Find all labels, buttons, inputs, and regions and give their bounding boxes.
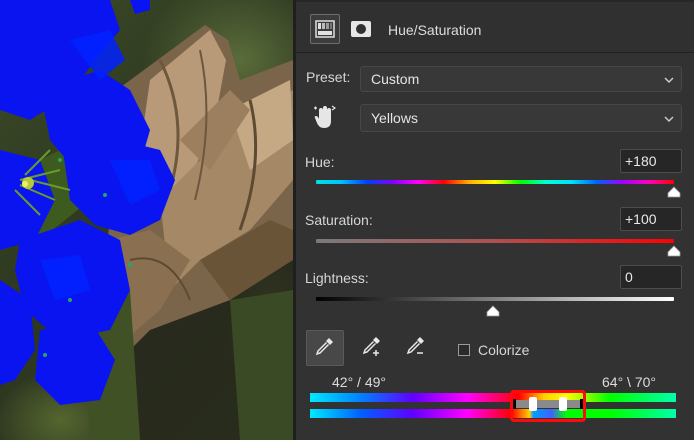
chevron-down-icon [663,112,675,128]
eyedropper-icon [314,335,336,362]
hand-pointer-icon[interactable] [312,104,337,130]
hue-label: Hue: [305,154,335,170]
header-divider [296,52,694,53]
properties-panel: Hue/Saturation Preset: Custom Yellows Hu… [296,0,694,440]
range-left-values: 42° / 49° [332,374,387,390]
range-right-values: 64° \ 70° [602,374,657,390]
panel-title: Hue/Saturation [388,22,482,38]
adjustment-layer-icon[interactable] [310,14,340,44]
saturation-slider-track[interactable] [316,239,674,243]
lightness-slider-track[interactable] [316,297,674,301]
lightness-value-field[interactable]: 0 [620,265,682,289]
photo-content [0,0,293,440]
colorize-checkbox[interactable] [458,344,470,356]
image-canvas[interactable] [0,0,293,440]
channel-value: Yellows [371,110,418,126]
preset-value: Custom [371,71,420,87]
chevron-down-icon [663,73,675,89]
saturation-label: Saturation: [305,212,373,228]
hue-slider-track[interactable] [316,180,674,184]
eyedropper-subtract-icon [403,334,427,363]
highlight-annotation [510,390,586,422]
hue-value-field[interactable]: +180 [620,149,682,173]
eyedropper-add-button[interactable] [352,330,390,366]
eyedropper-button[interactable] [306,330,344,366]
preset-dropdown[interactable]: Custom [360,66,682,92]
output-color-bar [310,409,676,418]
colorize-label[interactable]: Colorize [478,342,529,358]
input-color-bar [310,393,676,402]
lightness-slider-thumb[interactable] [486,304,500,317]
lightness-label: Lightness: [305,270,369,286]
hue-slider-thumb[interactable] [667,185,681,198]
preset-label: Preset: [306,69,351,85]
saturation-slider-thumb[interactable] [667,244,681,257]
panel-header: Hue/Saturation [296,2,694,52]
channel-dropdown[interactable]: Yellows [360,104,682,132]
eyedropper-add-icon [359,334,383,363]
saturation-value-field[interactable]: +100 [620,207,682,231]
eyedropper-subtract-button[interactable] [396,330,434,366]
mask-icon[interactable] [346,14,376,44]
